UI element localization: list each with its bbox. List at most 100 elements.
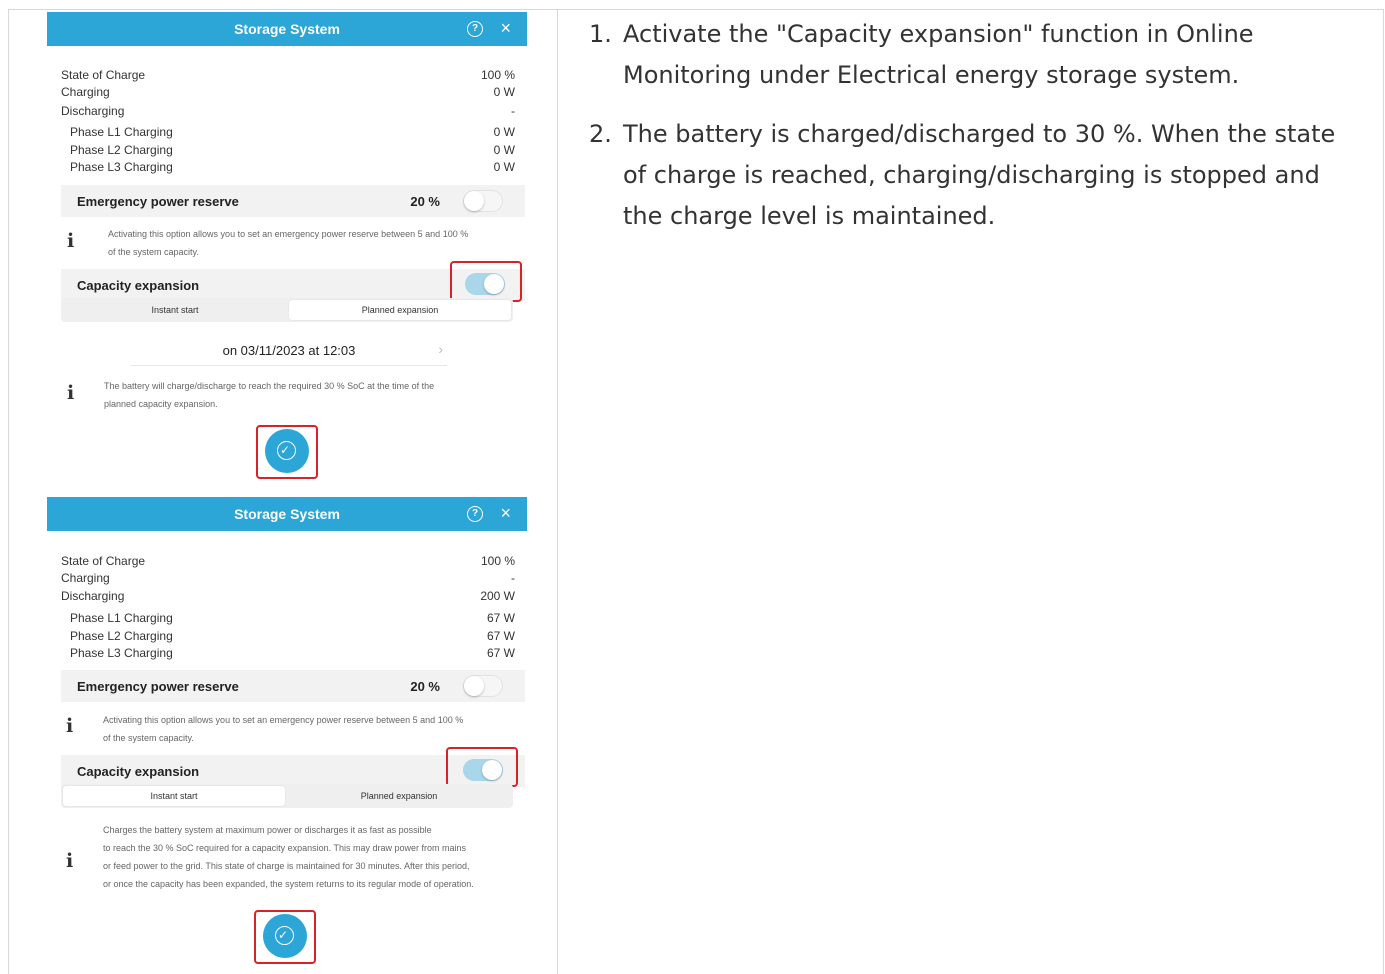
expansion-mode-selector: Instant start Planned expansion [61, 784, 513, 808]
note-line: planned capacity expansion. [104, 399, 218, 409]
info-icon: i [66, 850, 74, 872]
discharging-label: Discharging [61, 104, 125, 118]
phase-l2-row: Phase L2 Charging 67 W [70, 629, 515, 645]
phase-label: Phase L2 Charging [70, 629, 173, 643]
panel-titlebar: Storage System ? × [47, 12, 527, 46]
state-of-charge-row: State of Charge 100 % [61, 554, 515, 570]
highlight-box [450, 261, 522, 302]
charging-label: Charging [61, 85, 110, 99]
note-line: to reach the 30 % SoC required for a cap… [103, 843, 467, 853]
info-icon: i [66, 715, 74, 737]
state-of-charge-value: 100 % [480, 554, 515, 568]
close-icon[interactable]: × [500, 18, 511, 38]
phase-l1-row: Phase L1 Charging 0 W [70, 125, 515, 141]
state-of-charge-row: State of Charge 100 % [61, 68, 515, 84]
emergency-reserve-value: 20 % [410, 194, 440, 209]
emergency-reserve-toggle[interactable] [463, 675, 503, 697]
storage-system-panel-instant: Storage System ? × State of Charge 100 %… [47, 497, 527, 974]
instruction-step: 1. Activate the "Capacity expansion" fun… [589, 14, 1359, 96]
discharging-value: - [511, 104, 515, 118]
note-line: Charges the battery system at maximum po… [103, 825, 432, 835]
note-line: or once the capacity has been expanded, … [103, 879, 474, 889]
discharging-label: Discharging [61, 589, 125, 603]
panel-title: Storage System [234, 21, 340, 37]
capacity-expansion-label: Capacity expansion [77, 764, 200, 779]
help-icon[interactable]: ? [467, 506, 483, 522]
charging-label: Charging [61, 571, 110, 585]
capacity-expansion-label: Capacity expansion [77, 278, 200, 293]
note-line: Activating this option allows you to set… [103, 715, 464, 725]
planned-date-picker[interactable]: on 03/11/2023 at 12:03 › [131, 335, 447, 366]
note-line: Activating this option allows you to set… [108, 229, 469, 239]
table-border-left [8, 9, 9, 974]
instruction-steps: 1. Activate the "Capacity expansion" fun… [589, 14, 1359, 255]
expansion-mode-selector: Instant start Planned expansion [61, 298, 513, 322]
state-of-charge-label: State of Charge [61, 68, 146, 82]
phase-value: 67 W [486, 611, 515, 625]
discharging-row: Discharging 200 W [61, 589, 515, 605]
emergency-reserve-label: Emergency power reserve [77, 679, 239, 694]
phase-label: Phase L1 Charging [70, 611, 173, 625]
discharging-value: 200 W [480, 589, 515, 603]
step-number: 1. [589, 20, 612, 48]
phase-value: 67 W [486, 629, 515, 643]
planned-info-note: The battery will charge/discharge to rea… [104, 377, 514, 413]
panel-titlebar: Storage System ? × [47, 497, 527, 531]
phase-value: 0 W [493, 160, 515, 174]
planned-date-text: on 03/11/2023 at 12:03 [222, 343, 356, 358]
chevron-right-icon: › [438, 341, 443, 357]
table-border-right [1383, 9, 1384, 974]
segment-planned-expansion[interactable]: Planned expansion [289, 300, 511, 320]
highlight-box [256, 425, 318, 479]
phase-l2-row: Phase L2 Charging 0 W [70, 143, 515, 159]
instant-info-note: Charges the battery system at maximum po… [103, 821, 523, 893]
state-of-charge-value: 100 % [480, 68, 515, 82]
storage-system-panel-planned: Storage System ? × State of Charge 100 %… [47, 12, 527, 490]
toggle-knob [464, 191, 484, 211]
table-column-divider [557, 9, 558, 974]
charging-value: 0 W [493, 85, 515, 99]
phase-value: 67 W [486, 646, 515, 660]
step-text: Activate the "Capacity expansion" functi… [623, 20, 1254, 89]
emergency-info-note: Activating this option allows you to set… [103, 711, 518, 747]
segment-planned-expansion[interactable]: Planned expansion [287, 786, 511, 806]
step-text: The battery is charged/discharged to 30 … [623, 120, 1336, 230]
emergency-info-note: Activating this option allows you to set… [108, 225, 518, 261]
phase-l3-row: Phase L3 Charging 67 W [70, 646, 515, 662]
info-icon: i [67, 382, 75, 404]
emergency-reserve-row: Emergency power reserve 20 % [61, 185, 525, 217]
emergency-reserve-label: Emergency power reserve [77, 194, 239, 209]
charging-row: Charging - [61, 571, 515, 587]
phase-l1-row: Phase L1 Charging 67 W [70, 611, 515, 627]
charging-value: - [511, 571, 515, 585]
phase-l3-row: Phase L3 Charging 0 W [70, 160, 515, 176]
phase-label: Phase L3 Charging [70, 646, 173, 660]
info-icon: i [67, 230, 75, 252]
phase-label: Phase L3 Charging [70, 160, 173, 174]
phase-value: 0 W [493, 125, 515, 139]
segment-instant-start[interactable]: Instant start [63, 300, 287, 320]
phase-value: 0 W [493, 143, 515, 157]
help-icon[interactable]: ? [467, 21, 483, 37]
discharging-row: Discharging - [61, 104, 515, 120]
segment-instant-start[interactable]: Instant start [63, 786, 285, 806]
state-of-charge-label: State of Charge [61, 554, 146, 568]
note-line: or feed power to the grid. This state of… [103, 861, 470, 871]
note-line: of the system capacity. [108, 247, 199, 257]
table-border-top [8, 9, 1384, 10]
emergency-reserve-toggle[interactable] [463, 190, 503, 212]
phase-label: Phase L1 Charging [70, 125, 173, 139]
close-icon[interactable]: × [500, 503, 511, 523]
instruction-step: 2. The battery is charged/discharged to … [589, 114, 1359, 237]
highlight-box [446, 747, 518, 787]
note-line: of the system capacity. [103, 733, 194, 743]
panel-title: Storage System [234, 506, 340, 522]
emergency-reserve-value: 20 % [410, 679, 440, 694]
highlight-box [254, 910, 316, 964]
phase-label: Phase L2 Charging [70, 143, 173, 157]
emergency-reserve-row: Emergency power reserve 20 % [61, 670, 525, 702]
toggle-knob [464, 676, 484, 696]
step-number: 2. [589, 120, 612, 148]
note-line: The battery will charge/discharge to rea… [104, 381, 435, 391]
charging-row: Charging 0 W [61, 85, 515, 101]
